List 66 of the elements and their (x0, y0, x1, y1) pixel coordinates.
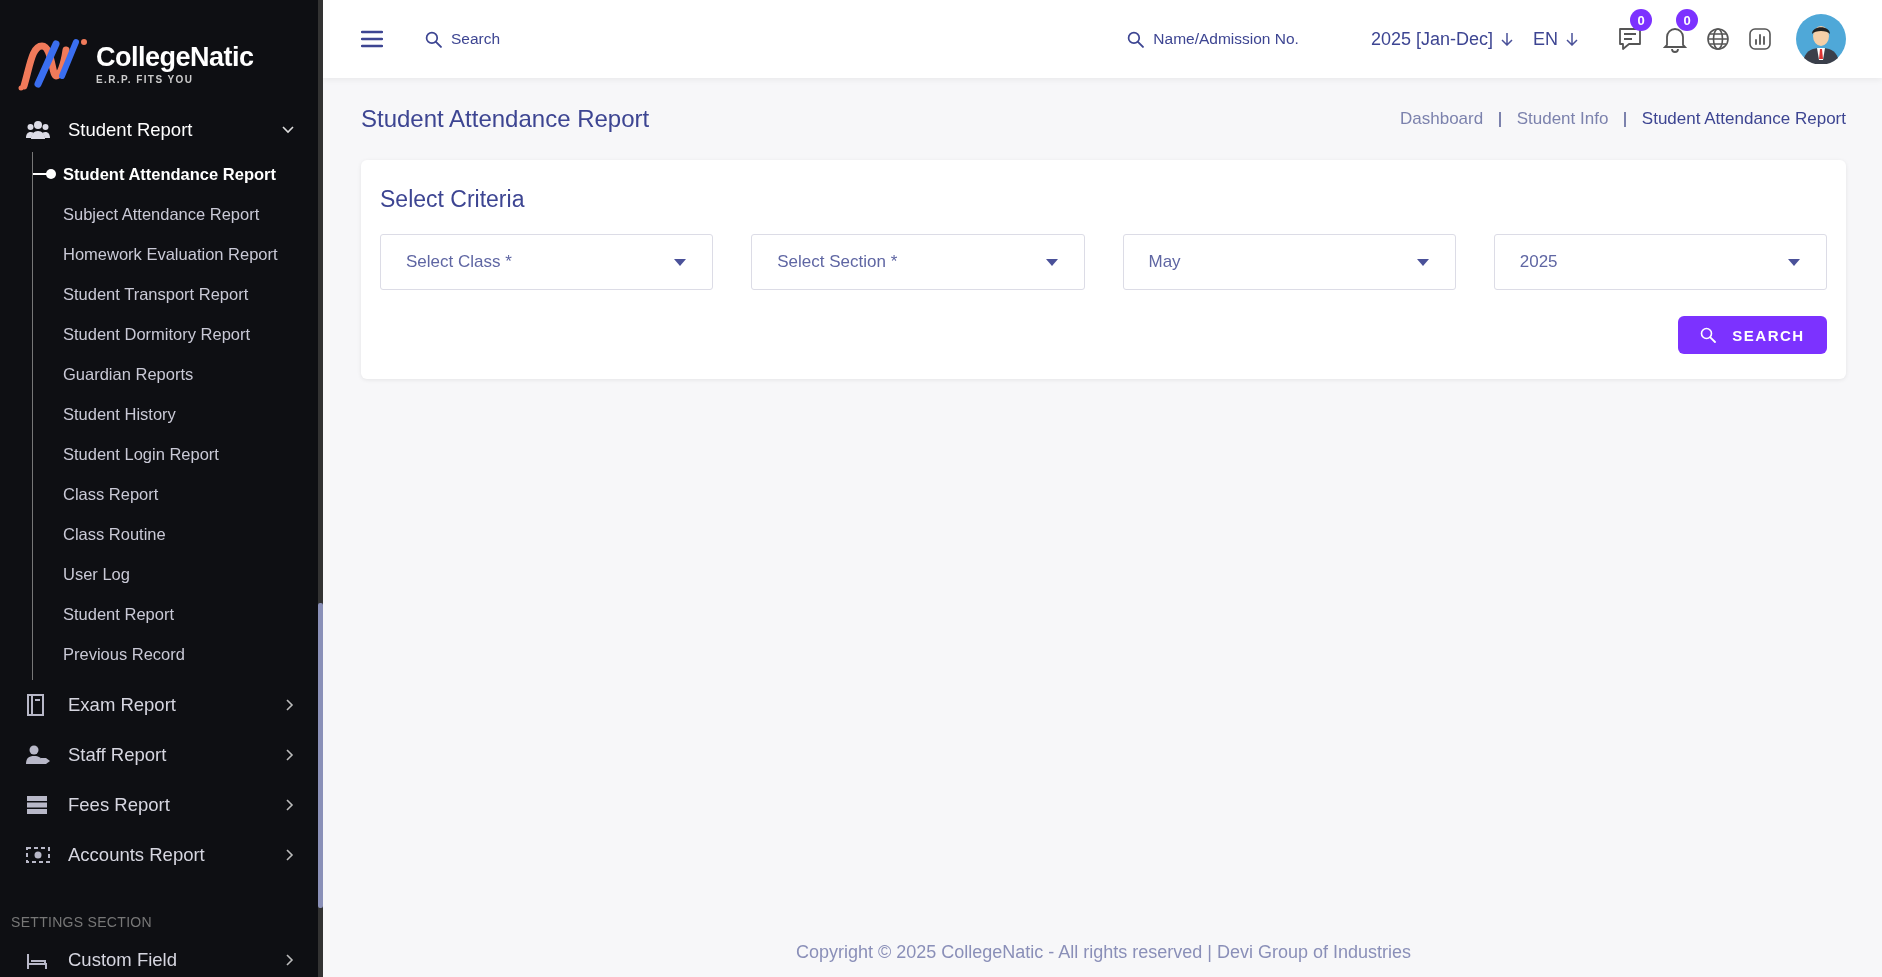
caret-icon (674, 258, 687, 266)
logo-icon (18, 36, 90, 92)
submenu-item[interactable]: Class Report (33, 474, 159, 514)
server-icon (26, 796, 48, 814)
select-field[interactable]: Select Section * (751, 234, 1085, 290)
user-tag-icon (26, 745, 50, 765)
avatar-icon[interactable] (1796, 14, 1846, 64)
logo-tagline: E.R.P. FITS YOU (96, 73, 195, 85)
chat-icon[interactable] (1616, 25, 1644, 53)
search-icon (425, 30, 442, 48)
caret-icon (1045, 258, 1058, 266)
arrow-down-icon (1501, 32, 1513, 46)
globe-icon[interactable] (1706, 27, 1730, 51)
caret-icon (1788, 258, 1800, 266)
chevron-right-icon (286, 799, 294, 811)
chevron-right-icon (286, 699, 294, 711)
scrollbar-thumb[interactable] (318, 603, 323, 908)
copyright-text: Copyright © 2025 CollegeNatic - All rights reserved | Devi Group of Industries (795, 942, 1412, 962)
users-icon (26, 120, 50, 140)
select-field[interactable]: May (1122, 234, 1456, 290)
submenu-item[interactable]: Subject Attendance Report (33, 194, 260, 234)
session-dropdown[interactable]: 2025 [Jan-Dec] (1370, 28, 1513, 50)
submenu-item[interactable]: Class Routine (33, 514, 166, 554)
menu-group[interactable]: Student Report (0, 108, 318, 152)
card-title: Select Criteria (380, 186, 526, 213)
menu-group[interactable]: Accounts Report (0, 830, 318, 880)
menu-group[interactable]: Staff Report (0, 730, 318, 780)
search-icon (1700, 327, 1717, 343)
submenu-item[interactable]: Student Report (33, 594, 174, 634)
count-badge: 0 (1676, 9, 1698, 31)
select-field[interactable]: Select Class * (380, 234, 714, 290)
submenu-item[interactable]: Previous Record (33, 634, 185, 674)
submenu-item[interactable]: Student History (33, 394, 176, 434)
menu-group[interactable]: Fees Report (0, 780, 318, 830)
caret-icon (1416, 258, 1429, 266)
chevron-right-icon (286, 849, 294, 861)
logo-name: CollegeNatic (96, 43, 254, 71)
submenu-item[interactable]: Student Dormitory Report (33, 314, 251, 354)
bell-icon[interactable] (1662, 25, 1688, 53)
menu-group[interactable]: Custom Field (0, 940, 318, 977)
notebook-icon (26, 694, 46, 716)
language-dropdown[interactable]: EN (1533, 28, 1578, 50)
search-button[interactable]: SEARCH (1678, 316, 1827, 354)
chevron-right-icon (286, 749, 294, 761)
submenu-item[interactable]: Guardian Reports (33, 354, 194, 394)
chevron-down-icon (282, 126, 294, 134)
breadcrumb-link[interactable]: Dashboard (1400, 109, 1484, 129)
page-title: Student Attendance Report (361, 105, 650, 133)
section-title: SETTINGS SECTION (10, 913, 153, 932)
arrow-down-icon (1566, 32, 1578, 46)
chart-icon[interactable] (1748, 27, 1772, 51)
submenu-item[interactable]: Student Attendance Report (33, 154, 276, 194)
student-search-field[interactable]: Name/Admission No. (1127, 30, 1299, 48)
submenu-item[interactable]: Student Login Report (33, 434, 219, 474)
banknote-icon (26, 847, 50, 863)
menu-icon[interactable] (361, 30, 383, 48)
count-badge: 0 (1630, 9, 1652, 31)
submenu-item[interactable]: User Log (33, 554, 130, 594)
submenu-item[interactable]: Homework Evaluation Report (33, 234, 278, 274)
select-field[interactable]: 2025 (1493, 234, 1827, 290)
chevron-right-icon (286, 954, 294, 966)
submenu-item[interactable]: Student Transport Report (33, 274, 249, 314)
search-icon (1127, 30, 1145, 48)
menu-group[interactable]: Exam Report (0, 680, 318, 730)
search-field[interactable]: Search (425, 30, 501, 48)
breadcrumb-link[interactable]: Student Attendance Report (1641, 109, 1846, 129)
